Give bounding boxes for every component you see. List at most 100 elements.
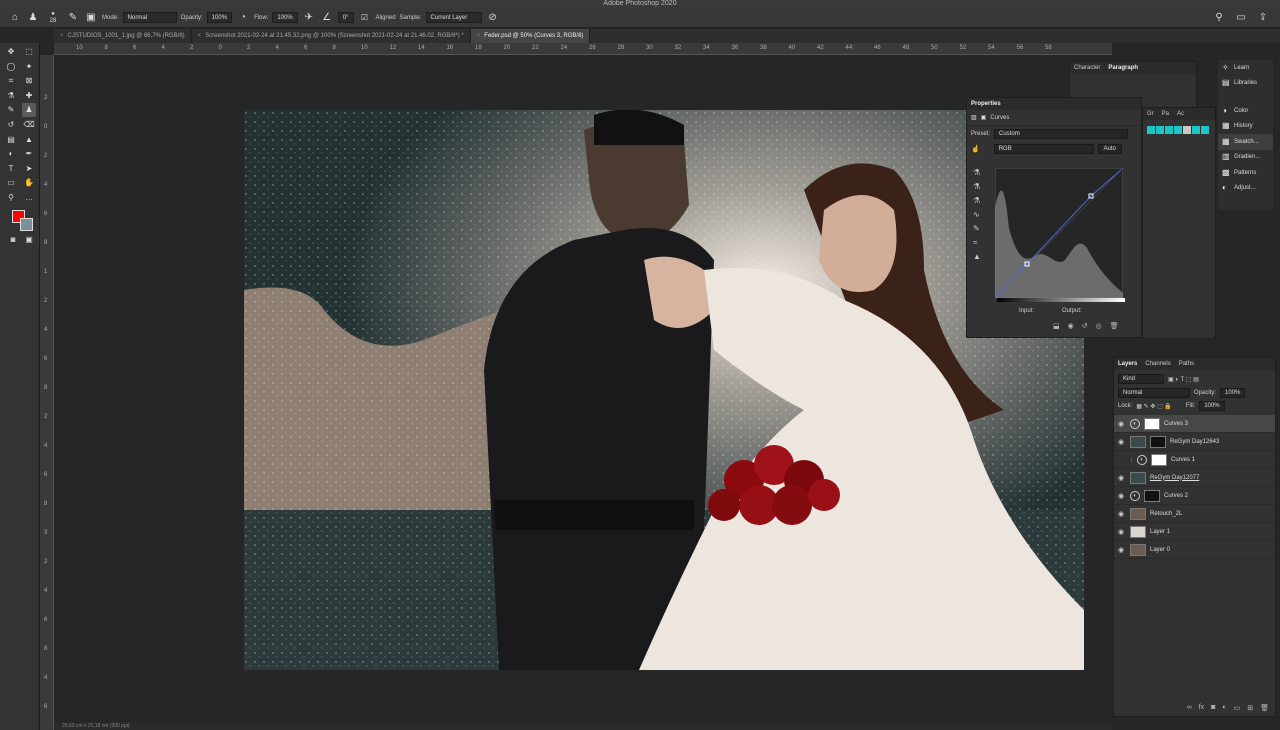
- document-photo[interactable]: [244, 110, 1084, 670]
- layer-row[interactable]: ◉ ◐ Curves 3: [1114, 415, 1275, 433]
- clip-to-layer-icon[interactable]: ⬓: [1053, 322, 1060, 330]
- background-color-swatch[interactable]: [20, 218, 33, 231]
- eye-icon[interactable]: ◉: [1118, 546, 1126, 554]
- layer-row[interactable]: ↓ ◐ Curves 1: [1114, 451, 1275, 469]
- new-group-icon[interactable]: ▭: [1234, 704, 1241, 712]
- swatch[interactable]: [1156, 126, 1164, 134]
- path-selection-icon[interactable]: ➤: [22, 162, 36, 176]
- targeted-adjust-icon[interactable]: ☝: [971, 145, 980, 153]
- clipping-warning-icon[interactable]: ▲: [973, 252, 985, 261]
- workspace-icon[interactable]: ▭: [1234, 11, 1248, 25]
- layer-thumbnail[interactable]: [1130, 543, 1146, 556]
- pressure-opacity-icon[interactable]: ◔: [236, 11, 250, 25]
- layer-thumbnail[interactable]: [1130, 435, 1146, 448]
- eye-icon[interactable]: ◉: [1118, 420, 1126, 428]
- auto-button[interactable]: Auto: [1097, 144, 1122, 154]
- move-tool-icon[interactable]: ✥: [4, 45, 18, 59]
- zoom-tool-icon[interactable]: ⚲: [4, 191, 18, 205]
- layer-filter-select[interactable]: Kind: [1118, 374, 1164, 384]
- edit-points-icon[interactable]: ∿: [973, 210, 985, 219]
- swatch[interactable]: [1201, 126, 1209, 134]
- layer-row[interactable]: ◉ ReGym Day12077: [1114, 469, 1275, 487]
- screen-mode-icon[interactable]: ▣: [22, 233, 36, 247]
- new-layer-icon[interactable]: ⊞: [1247, 704, 1253, 712]
- gray-point-eyedropper-icon[interactable]: ⚗: [973, 182, 985, 191]
- dock-history[interactable]: ▦ History: [1218, 119, 1273, 135]
- sample-select[interactable]: Current Layer: [425, 12, 482, 23]
- home-icon[interactable]: ⌂: [8, 11, 22, 25]
- eyedropper-icon[interactable]: ⚗: [4, 89, 18, 103]
- layer-row[interactable]: ◉ ◐ Curves 2: [1114, 487, 1275, 505]
- swatch[interactable]: [1183, 126, 1191, 134]
- layer-mask-thumbnail[interactable]: [1144, 417, 1160, 430]
- close-icon[interactable]: ×: [60, 29, 64, 43]
- view-previous-icon[interactable]: ◉: [1068, 322, 1074, 330]
- brush-tool-icon[interactable]: ✎: [4, 103, 18, 117]
- swatch[interactable]: [1192, 126, 1200, 134]
- clone-stamp-icon[interactable]: ♟: [26, 11, 40, 25]
- flow-input[interactable]: 100%: [272, 12, 298, 23]
- brush-preset-icon[interactable]: ● 28: [44, 11, 62, 25]
- layer-style-icon[interactable]: fx: [1199, 704, 1204, 712]
- tab-feder[interactable]: × Feder.psd @ 50% (Curves 3, RGB/8): [470, 29, 591, 43]
- close-icon[interactable]: ×: [198, 29, 202, 43]
- tab-cjstudios[interactable]: × CJSTUDIOS_1001_1.jpg @ 66,7% (RGB/8): [54, 29, 192, 43]
- search-icon[interactable]: ⚲: [1212, 11, 1226, 25]
- blend-mode-select[interactable]: Normal: [1118, 388, 1190, 398]
- add-mask-icon[interactable]: ◙: [1211, 704, 1215, 712]
- dock-color[interactable]: ◑ Color: [1218, 103, 1273, 119]
- dock-patterns[interactable]: ▩ Patterns: [1218, 165, 1273, 181]
- gradient-tool-icon[interactable]: ▤: [4, 133, 18, 147]
- eye-icon[interactable]: ◉: [1118, 528, 1126, 536]
- fill-input[interactable]: 100%: [1199, 401, 1225, 411]
- clone-source-icon[interactable]: ▣: [84, 11, 98, 25]
- type-tool-icon[interactable]: T: [4, 162, 18, 176]
- dock-gradients[interactable]: ▥ Gradien...: [1218, 150, 1273, 166]
- eraser-tool-icon[interactable]: ⌫: [22, 118, 36, 132]
- lasso-tool-icon[interactable]: ◯: [4, 60, 18, 74]
- pencil-curve-icon[interactable]: ✎: [973, 224, 985, 233]
- dock-libraries[interactable]: ▤ Libraries: [1218, 76, 1273, 92]
- share-icon[interactable]: ⇪: [1256, 11, 1270, 25]
- pen-tool-icon[interactable]: ✒: [22, 147, 36, 161]
- close-icon[interactable]: ×: [477, 29, 481, 43]
- layer-row[interactable]: ◉ Layer 1: [1114, 523, 1275, 541]
- visibility-icon[interactable]: ◎: [1096, 322, 1102, 330]
- dodge-tool-icon[interactable]: ◐: [4, 147, 18, 161]
- healing-brush-icon[interactable]: ✚: [22, 89, 36, 103]
- dock-swatches[interactable]: ▦ Swatch...: [1218, 134, 1273, 150]
- tab-character[interactable]: Character: [1074, 65, 1100, 71]
- layer-row[interactable]: ◉ Retouch_2L: [1114, 505, 1275, 523]
- shape-tool-icon[interactable]: ▭: [4, 176, 18, 190]
- layer-row[interactable]: ◉ Layer 0: [1114, 541, 1275, 559]
- smooth-curve-icon[interactable]: ≈: [973, 238, 985, 247]
- layer-thumbnail[interactable]: [1130, 471, 1146, 484]
- history-brush-icon[interactable]: ↺: [4, 118, 18, 132]
- link-layers-icon[interactable]: ∞: [1187, 704, 1192, 712]
- tab-paths[interactable]: Paths: [1179, 361, 1194, 367]
- dock-adjustments[interactable]: ◐ Adjust...: [1218, 181, 1273, 197]
- more-tools-icon[interactable]: …: [22, 191, 36, 205]
- angle-input[interactable]: 0°: [337, 12, 354, 23]
- tab-gradients[interactable]: Gr: [1147, 111, 1154, 117]
- delete-layer-icon[interactable]: 🗑: [1260, 704, 1269, 712]
- curves-graph[interactable]: [995, 168, 1123, 298]
- channel-select[interactable]: RGB: [993, 144, 1094, 154]
- aligned-checkbox[interactable]: ☑: [358, 11, 372, 25]
- frame-tool-icon[interactable]: ⊠: [22, 74, 36, 88]
- tab-screenshot[interactable]: × Screenshot 2021-02-24 at 21.45.32.png @…: [192, 29, 471, 43]
- tab-channels[interactable]: Channels: [1145, 361, 1170, 367]
- layer-thumbnail[interactable]: [1130, 525, 1146, 538]
- layer-thumbnail[interactable]: [1130, 507, 1146, 520]
- swatch[interactable]: [1147, 126, 1155, 134]
- layer-mask-thumbnail[interactable]: [1151, 453, 1167, 466]
- crop-tool-icon[interactable]: ⌗: [4, 74, 18, 88]
- blur-tool-icon[interactable]: ▲: [22, 133, 36, 147]
- reset-icon[interactable]: ↺: [1082, 322, 1088, 330]
- tab-actions[interactable]: Ac: [1177, 111, 1184, 117]
- dock-learn[interactable]: ✧ Learn: [1218, 60, 1273, 76]
- ignore-adjustment-icon[interactable]: ⊘: [486, 11, 500, 25]
- airbrush-icon[interactable]: ✈: [302, 11, 316, 25]
- magic-wand-icon[interactable]: ✦: [22, 60, 36, 74]
- preset-select[interactable]: Custom: [994, 129, 1129, 139]
